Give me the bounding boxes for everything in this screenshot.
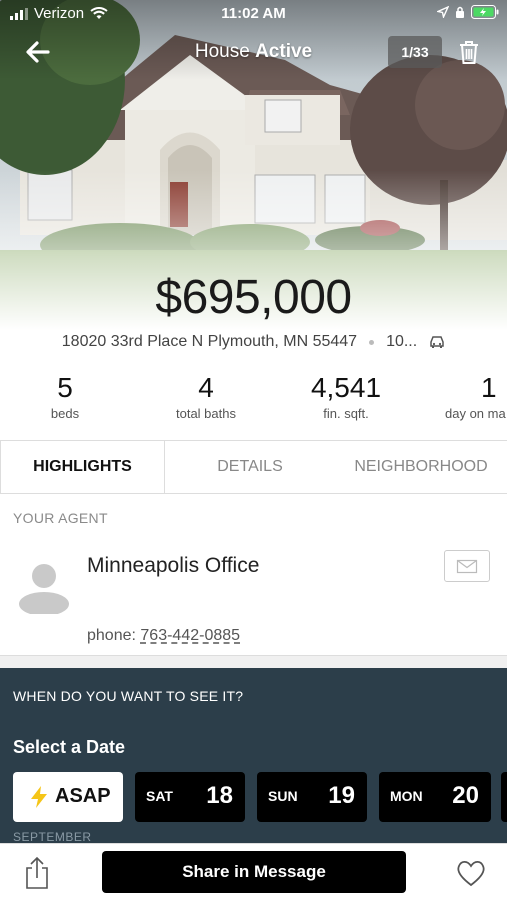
photo-counter[interactable]: 1/33 [388, 36, 442, 68]
bottom-action-bar: Share in Message [0, 843, 507, 900]
stat-days-on-market: 1 day on ma [437, 372, 507, 421]
day-of-week: SUN [268, 788, 298, 804]
stat-label: day on ma [445, 406, 506, 421]
stat-value: 4,541 [310, 372, 382, 403]
lightning-icon [31, 786, 47, 808]
top-nav: House Active 1/33 [0, 32, 507, 72]
listing-type: House [194, 41, 250, 62]
section-label: YOUR AGENT [13, 510, 108, 526]
trash-icon[interactable] [455, 38, 483, 66]
separator-dot [369, 339, 375, 345]
address-row: 18020 33rd Place N Plymouth, MN 55447 10… [0, 333, 507, 351]
share-in-message-button[interactable]: Share in Message [102, 851, 406, 893]
stat-label: fin. sqft. [323, 406, 369, 421]
tab-neighborhood[interactable]: NEIGHBORHOOD [335, 441, 507, 493]
day-of-week: MON [390, 788, 423, 804]
stats-row: 5 beds 4 total baths 4,541 fin. sqft. 1 … [0, 372, 507, 428]
agent-name: Minneapolis Office [87, 554, 260, 577]
location-arrow-icon [437, 6, 449, 18]
lock-rotation-icon [456, 6, 464, 18]
asap-button[interactable]: ASAP [13, 772, 123, 822]
phone-line: phone: 763-442-0885 [87, 627, 240, 645]
agent-section: YOUR AGENT Minneapolis Office phone: 763… [0, 494, 507, 656]
phone-link[interactable]: 763-442-0885 [140, 627, 240, 644]
mail-icon [456, 559, 478, 574]
heart-icon[interactable] [455, 858, 487, 888]
avatar-icon [19, 564, 69, 614]
car-icon [430, 336, 444, 348]
stat-value: 5 [57, 372, 73, 403]
day-of-month: 19 [328, 782, 355, 809]
share-icon[interactable] [22, 856, 52, 890]
phone-label: phone: [87, 627, 136, 644]
stat-label: beds [50, 406, 80, 421]
status-bar: Verizon 11:02 AM [0, 0, 507, 28]
section-divider [0, 655, 507, 668]
commute-time[interactable]: 10... [386, 333, 417, 351]
stat-baths: 4 total baths [146, 372, 266, 421]
clock: 11:02 AM [221, 5, 286, 22]
battery-icon [471, 5, 499, 19]
stat-beds: 5 beds [5, 372, 125, 421]
email-agent-button[interactable] [444, 550, 490, 582]
month-label: SEPTEMBER [13, 830, 92, 843]
date-card[interactable]: SUN 19 [257, 772, 367, 822]
day-of-month: 18 [206, 782, 233, 809]
day-of-week: SAT [146, 788, 173, 804]
day-of-month: 20 [452, 782, 479, 809]
date-card-partial[interactable] [501, 772, 507, 822]
stat-label: total baths [176, 406, 236, 421]
date-card[interactable]: SAT 18 [135, 772, 245, 822]
schedule-section: WHEN DO YOU WANT TO SEE IT? Select a Dat… [0, 668, 507, 843]
tab-bar: HIGHLIGHTS DETAILS NEIGHBORHOOD [0, 440, 507, 494]
schedule-title: Select a Date [13, 737, 126, 757]
stat-value: 1 [481, 372, 497, 403]
listing-status: Active [255, 41, 313, 62]
stat-value: 4 [198, 372, 214, 403]
date-card[interactable]: MON 20 [379, 772, 491, 822]
tab-highlights[interactable]: HIGHLIGHTS [0, 441, 165, 493]
schedule-question: WHEN DO YOU WANT TO SEE IT? [13, 688, 244, 704]
listing-price: $695,000 [155, 271, 352, 324]
stat-sqft: 4,541 fin. sqft. [286, 372, 406, 421]
tab-details[interactable]: DETAILS [165, 441, 335, 493]
asap-label: ASAP [55, 785, 111, 807]
listing-address: 18020 33rd Place N Plymouth, MN 55447 [61, 333, 358, 350]
